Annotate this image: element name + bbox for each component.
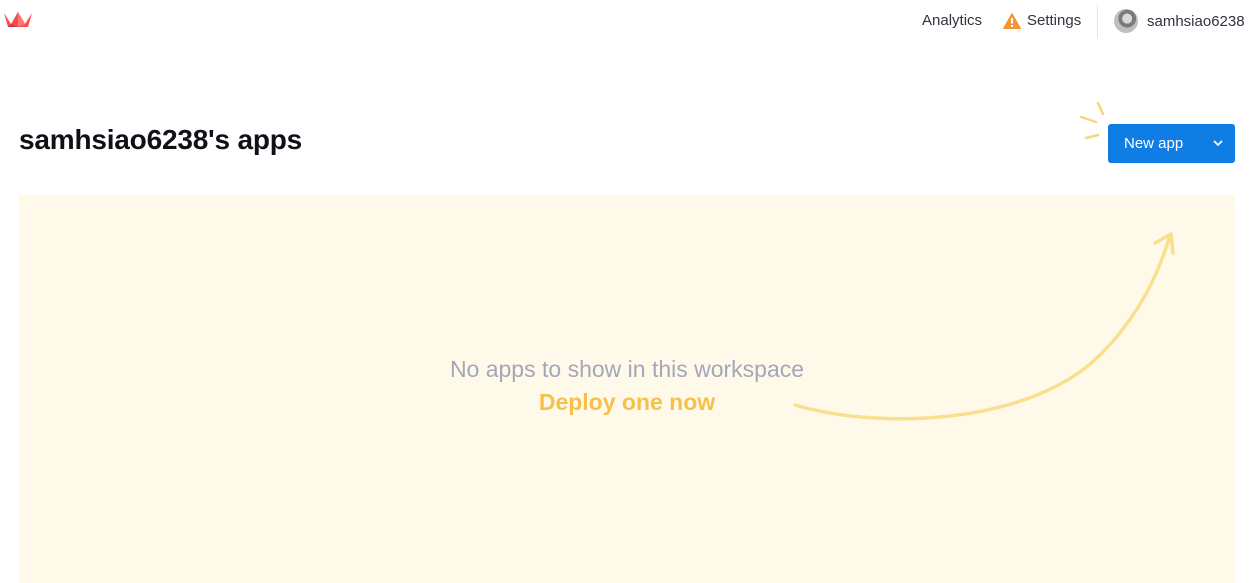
streamlit-crown-icon[interactable] (3, 10, 33, 30)
new-app-label[interactable]: New app (1108, 124, 1199, 163)
top-bar: Analytics Settings samhsiao6238 (0, 0, 1256, 44)
nav-settings-link[interactable]: Settings (1003, 12, 1081, 29)
header-divider (1097, 5, 1098, 38)
new-app-button[interactable]: New app (1108, 124, 1235, 163)
warning-triangle-icon (1003, 12, 1021, 29)
sparkle-decoration-icon (1079, 101, 1105, 140)
nav-settings-label: Settings (1027, 12, 1082, 29)
page-title: samhsiao6238's apps (19, 124, 303, 155)
empty-state-message: No apps to show in this workspace (449, 356, 805, 382)
nav-analytics-link[interactable]: Analytics (922, 12, 982, 29)
chevron-down-icon[interactable] (1199, 124, 1235, 163)
avatar (1114, 9, 1138, 33)
user-menu[interactable]: samhsiao6238 (1114, 9, 1245, 33)
username-label: samhsiao6238 (1147, 12, 1245, 30)
deploy-one-now-link[interactable]: Deploy one now (0, 389, 1254, 416)
